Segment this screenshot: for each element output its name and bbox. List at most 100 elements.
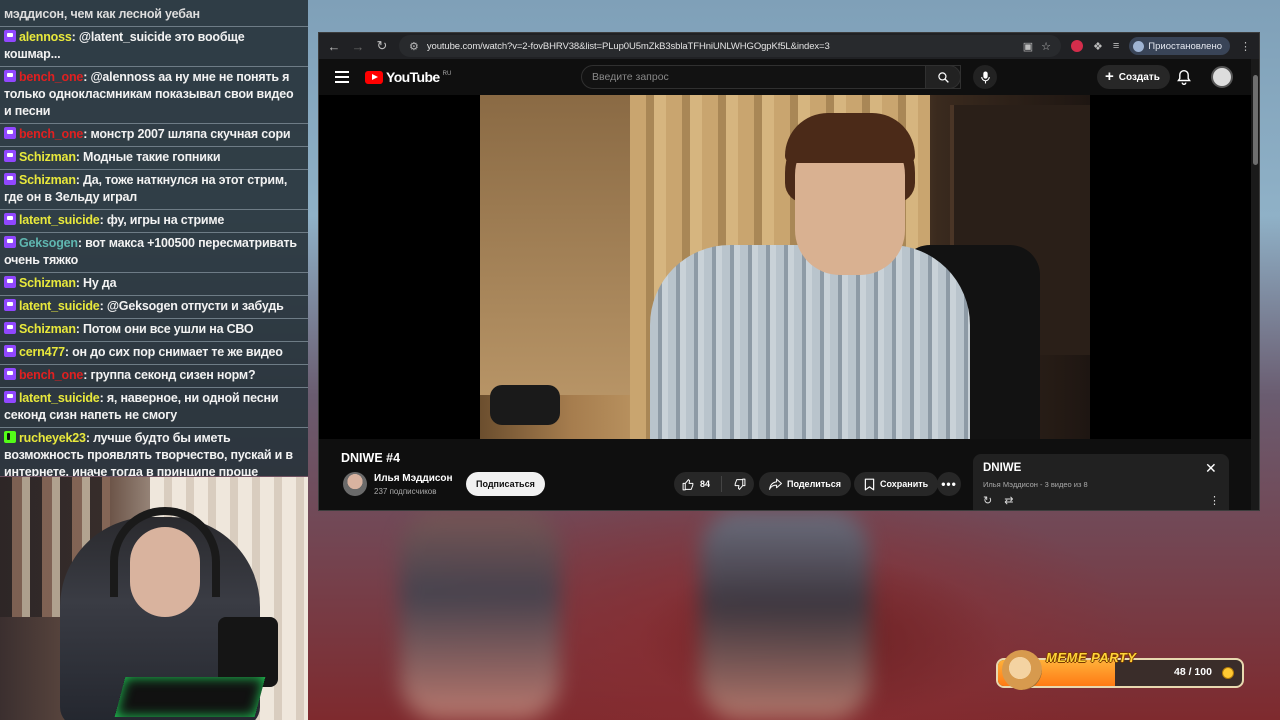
chat-username[interactable]: alennoss	[19, 30, 72, 44]
extension-red-icon[interactable]	[1071, 40, 1083, 52]
chat-message: Schizman: Потом они все ушли на СВО	[0, 319, 308, 342]
forward-icon[interactable]: →	[351, 39, 365, 54]
chat-separator: :	[77, 236, 86, 250]
account-avatar[interactable]	[1211, 66, 1233, 88]
create-button[interactable]: + Создать	[1097, 65, 1170, 89]
chat-separator: :	[99, 391, 107, 405]
twitch-badge-icon	[4, 368, 16, 380]
paused-label: Приостановлено	[1148, 40, 1222, 52]
chat-username[interactable]: bench_one	[19, 368, 83, 382]
close-icon[interactable]: ✕	[1205, 460, 1217, 477]
video-scene-person-hair-top	[785, 113, 915, 163]
chat-username[interactable]: latent_suicide	[19, 391, 100, 405]
chat-username[interactable]: Schizman	[19, 150, 76, 164]
channel-avatar[interactable]	[343, 472, 367, 496]
plus-icon: +	[1105, 68, 1114, 85]
install-app-icon[interactable]: ▣	[1023, 40, 1033, 53]
subscribe-button[interactable]: Подписаться	[466, 472, 545, 496]
chat-username[interactable]: latent_suicide	[19, 213, 100, 227]
save-button[interactable]: Сохранить	[854, 472, 939, 496]
playlist-more-icon[interactable]: ⋮	[1209, 494, 1220, 507]
background-figure-right	[700, 510, 870, 720]
more-actions-button[interactable]: •••	[937, 472, 961, 496]
chat-separator: :	[99, 299, 107, 313]
chat-text: @Geksogen отпусти и забудь	[106, 299, 284, 313]
reading-list-icon[interactable]: ≡	[1113, 40, 1119, 52]
search-input[interactable]	[592, 71, 938, 83]
video-player[interactable]	[319, 95, 1251, 439]
twitch-badge-icon	[4, 299, 16, 311]
like-dislike-group: 84	[674, 472, 755, 496]
notifications-button[interactable]	[1177, 69, 1191, 90]
chat-username[interactable]: bench_one	[19, 127, 83, 141]
like-button[interactable]: 84	[682, 478, 710, 491]
loop-icon[interactable]: ↻	[983, 494, 992, 507]
browser-menu-icon[interactable]: ⋮	[1240, 40, 1251, 53]
chat-username[interactable]: rucheyek23	[19, 431, 86, 445]
channel-subscribers: 237 подписчиков	[374, 487, 437, 496]
chat-separator: :	[75, 173, 83, 187]
chat-message: bench_one: группа секонд сизен норм?	[0, 365, 308, 388]
twitch-badge-icon	[4, 391, 16, 403]
chat-username[interactable]: Schizman	[19, 173, 76, 187]
doge-icon	[1002, 650, 1042, 690]
video-scene-gamepad	[490, 385, 560, 425]
chat-message: cern477: он до сих пор снимает те же вид…	[0, 342, 308, 365]
chat-message: Schizman: Модные такие гопники	[0, 147, 308, 170]
scrollbar-thumb[interactable]	[1253, 75, 1258, 165]
shuffle-icon[interactable]: ⇄	[1004, 494, 1013, 507]
voice-search-button[interactable]	[973, 65, 997, 89]
video-title: DNIWE #4	[341, 451, 401, 465]
twitch-badge-icon	[4, 276, 16, 288]
meme-party-title: MEME PARTY	[1046, 650, 1137, 665]
chat-username[interactable]: Schizman	[19, 322, 76, 336]
search-icon	[937, 71, 949, 83]
chat-username[interactable]: Schizman	[19, 276, 76, 290]
share-button[interactable]: Поделиться	[759, 472, 852, 496]
chat-separator: :	[75, 322, 83, 336]
dislike-button[interactable]	[733, 478, 746, 491]
page-scrollbar[interactable]	[1251, 59, 1259, 510]
url-text: youtube.com/watch?v=2-fovBHRV38&list=PLu…	[426, 40, 830, 52]
chat-username[interactable]: cern477	[19, 345, 65, 359]
chat-username[interactable]: latent_suicide	[19, 299, 100, 313]
bookmark-star-icon[interactable]: ☆	[1041, 40, 1051, 53]
chat-separator: :	[71, 30, 79, 44]
back-icon[interactable]: ←	[327, 39, 341, 54]
playlist-title[interactable]: DNIWE	[983, 462, 1021, 474]
meme-party-widget: MEME PARTY 48 / 100	[996, 650, 1244, 690]
bell-icon	[1177, 69, 1191, 85]
microphone-icon	[980, 71, 990, 83]
chat-text: Ну да	[83, 276, 117, 290]
chat-text: фу, игры на стриме	[106, 213, 225, 227]
video-scene-person-shirt	[650, 245, 970, 439]
profile-paused-button[interactable]: Приостановлено	[1129, 37, 1230, 55]
chat-text: монстр 2007 шляпа скучная сори	[90, 127, 291, 141]
video-scene-window	[480, 95, 630, 395]
twitch-badge-icon	[4, 173, 16, 185]
video-frame	[480, 95, 1090, 439]
address-bar-row: ← → ↻ ⚙ youtube.com/watch?v=2-fovBHRV38&…	[319, 33, 1259, 59]
like-divider	[721, 476, 723, 492]
site-info-icon[interactable]: ⚙	[409, 40, 419, 53]
chat-header-partial: мэддисон, чем как лесной уебан	[0, 0, 308, 27]
extensions-puzzle-icon[interactable]: ❖	[1093, 40, 1103, 53]
search-box	[581, 65, 961, 89]
save-label: Сохранить	[880, 479, 929, 489]
chat-username[interactable]: Geksogen	[19, 236, 78, 250]
menu-icon[interactable]	[335, 71, 349, 83]
youtube-logo[interactable]: YouTube RU	[365, 69, 451, 85]
url-field[interactable]: ⚙ youtube.com/watch?v=2-fovBHRV38&list=P…	[399, 35, 1061, 57]
chat-message: Geksogen: вот макса +100500 пересматрива…	[0, 233, 308, 273]
channel-name[interactable]: Илья Мэддисон	[374, 473, 453, 484]
chat-text: Модные такие гопники	[83, 150, 221, 164]
reload-icon[interactable]: ↻	[375, 38, 389, 54]
chat-message: bench_one: @alennoss аа ну мне не понять…	[0, 67, 308, 124]
search-button[interactable]	[925, 65, 961, 89]
share-label: Поделиться	[787, 479, 842, 489]
twitch-badge-icon	[4, 127, 16, 139]
share-icon	[769, 478, 782, 490]
chat-username[interactable]: bench_one	[19, 70, 83, 84]
chat-message: latent_suicide: фу, игры на стриме	[0, 210, 308, 233]
playlist-subtitle: Илья Мэддисон - 3 видео из 8	[983, 480, 1088, 489]
